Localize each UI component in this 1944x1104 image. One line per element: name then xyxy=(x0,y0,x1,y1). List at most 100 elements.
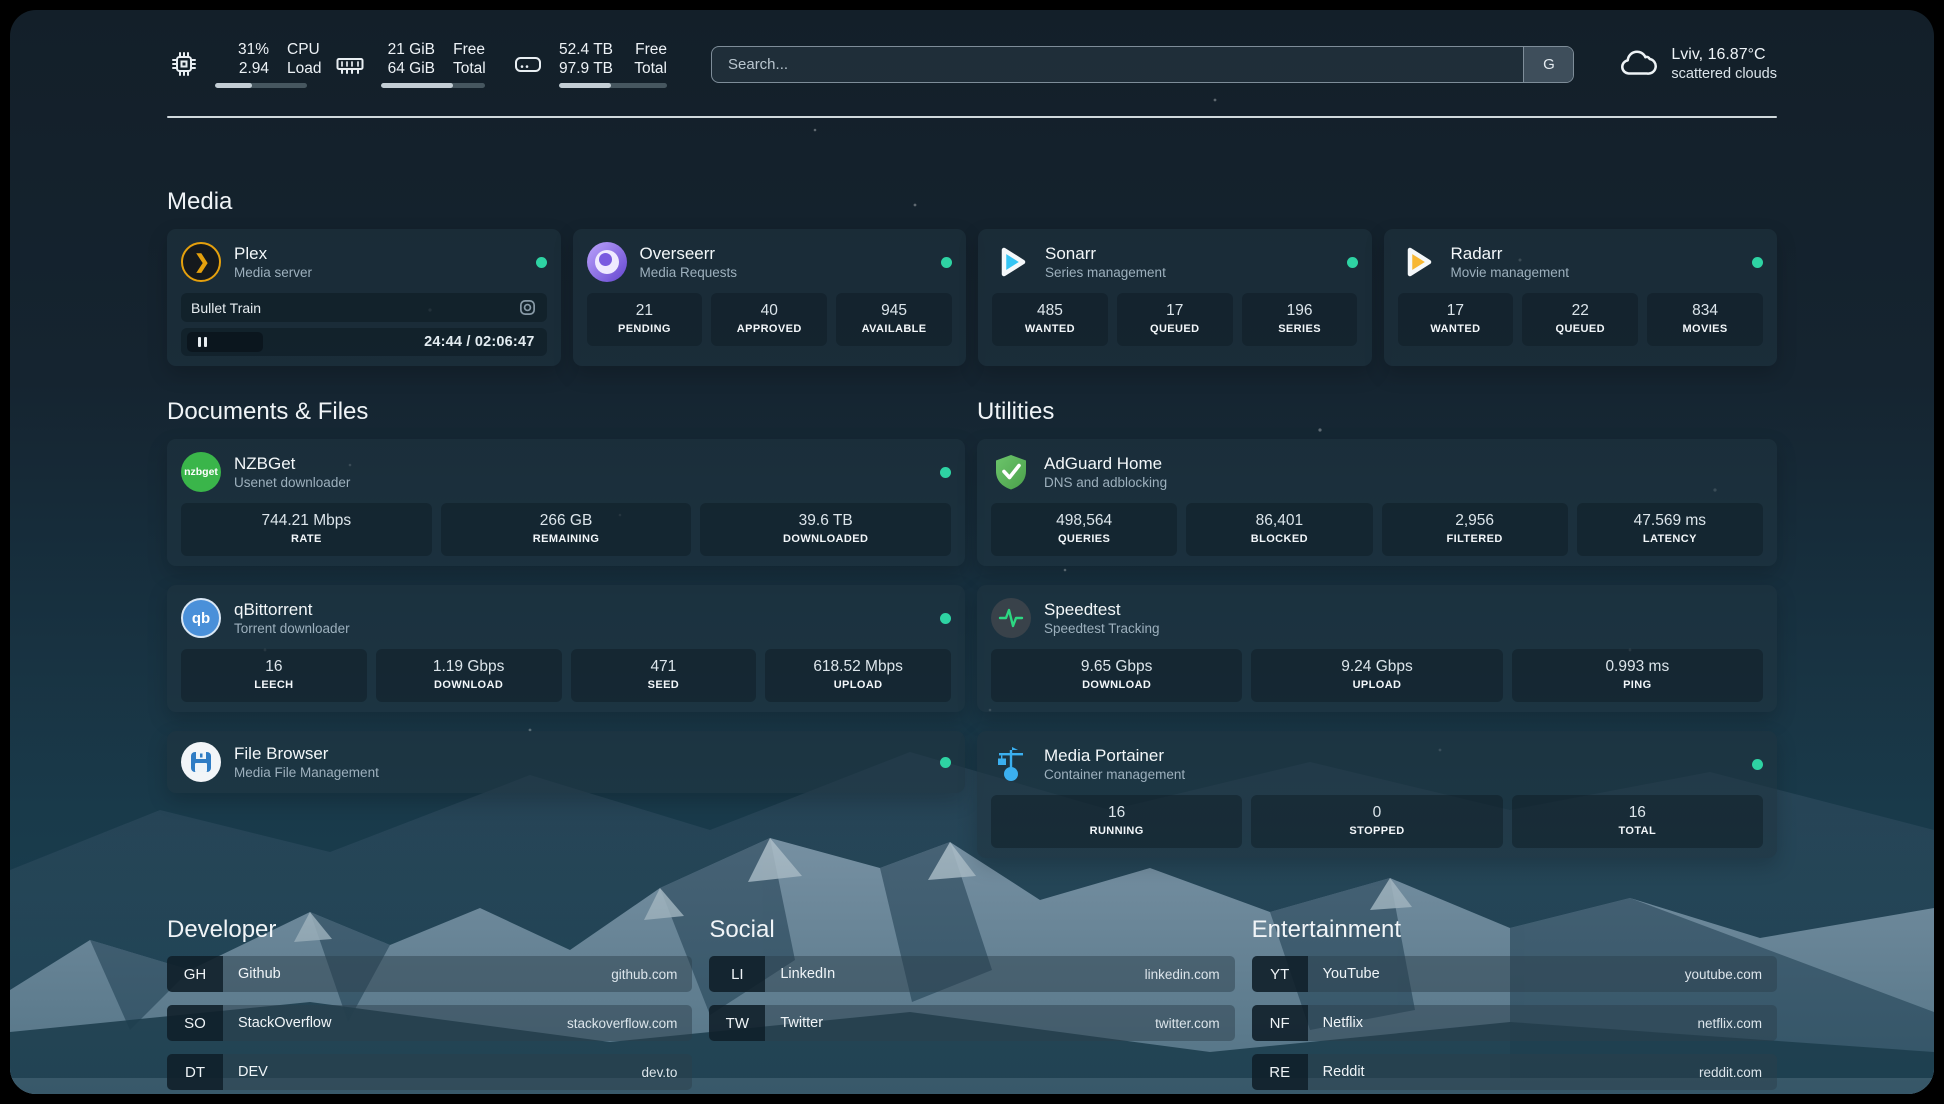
radarr-icon xyxy=(1398,242,1438,282)
status-dot xyxy=(1752,759,1763,770)
service-card-sonarr[interactable]: Sonarr Series management 485 WANTED 17 Q… xyxy=(978,229,1372,366)
disk-icon xyxy=(511,47,545,81)
service-card-overseerr[interactable]: Overseerr Media Requests 21 PENDING 40 A… xyxy=(573,229,967,366)
cpu-load-value: 2.94 xyxy=(215,59,269,78)
service-name: AdGuard Home xyxy=(1044,453,1167,474)
memory-free-label: Free xyxy=(453,40,485,59)
search-provider-button[interactable]: G xyxy=(1523,47,1573,82)
now-playing-title: Bullet Train xyxy=(191,300,261,316)
section-documents: Documents & Files nzbget NZBGet Usenet d… xyxy=(167,398,965,858)
weather-condition: scattered clouds xyxy=(1671,65,1777,84)
memory-total-value: 64 GiB xyxy=(381,59,435,78)
plex-icon: ❯ xyxy=(181,242,221,282)
service-name: Overseerr xyxy=(640,243,738,264)
stat-box: 744.21 Mbps RATE xyxy=(181,503,432,556)
bookmark-netflix[interactable]: NF Netflix netflix.com xyxy=(1252,1005,1777,1041)
dashboard-window: 31% CPU 2.94 Load xyxy=(10,10,1934,1094)
bookmark-group-social: Social LI LinkedIn linkedin.com TW Twitt… xyxy=(709,916,1234,1090)
disk-widget: 52.4 TB Free 97.9 TB Total xyxy=(511,40,667,88)
service-name: qBittorrent xyxy=(234,599,350,620)
video-icon xyxy=(518,298,537,317)
sonarr-icon xyxy=(992,242,1032,282)
service-card-qbittorrent[interactable]: qb qBittorrent Torrent downloader 16 xyxy=(167,585,965,712)
bookmark-stackoverflow[interactable]: SO StackOverflow stackoverflow.com xyxy=(167,1005,692,1041)
memory-progress-bar xyxy=(381,83,485,88)
stat-box: 618.52 Mbps UPLOAD xyxy=(765,649,951,702)
section-title-entertainment: Entertainment xyxy=(1252,916,1777,944)
bookmark-youtube[interactable]: YT YouTube youtube.com xyxy=(1252,956,1777,992)
stat-box: 2,956 FILTERED xyxy=(1382,503,1568,556)
filebrowser-icon xyxy=(181,742,221,782)
stat-box: 834 MOVIES xyxy=(1647,293,1763,346)
status-dot xyxy=(536,257,547,268)
service-subtitle: Torrent downloader xyxy=(234,620,350,637)
service-card-nzbget[interactable]: nzbget NZBGet Usenet downloader 744.21 M… xyxy=(167,439,965,566)
service-name: Sonarr xyxy=(1045,243,1166,264)
service-card-filebrowser[interactable]: File Browser Media File Management xyxy=(167,731,965,793)
section-title-documents: Documents & Files xyxy=(167,398,965,426)
cpu-progress-bar xyxy=(215,83,307,88)
stat-box: 16 RUNNING xyxy=(991,795,1242,848)
service-subtitle: DNS and adblocking xyxy=(1044,474,1167,491)
portainer-icon xyxy=(991,744,1031,784)
stat-box: 471 SEED xyxy=(571,649,757,702)
bookmark-dev[interactable]: DT DEV dev.to xyxy=(167,1054,692,1090)
disk-free-value: 52.4 TB xyxy=(559,40,613,59)
cpu-widget: 31% CPU 2.94 Load xyxy=(167,40,307,88)
disk-total-label: Total xyxy=(634,59,667,78)
topbar-divider xyxy=(167,116,1777,118)
stat-box: 196 SERIES xyxy=(1242,293,1358,346)
status-dot xyxy=(1752,257,1763,268)
stat-box: 16 TOTAL xyxy=(1512,795,1763,848)
stat-box: 1.19 Gbps DOWNLOAD xyxy=(376,649,562,702)
search-bar: G xyxy=(711,46,1574,83)
service-subtitle: Media File Management xyxy=(234,764,379,781)
bookmark-github[interactable]: GH Github github.com xyxy=(167,956,692,992)
speedtest-icon xyxy=(991,598,1031,638)
service-name: Radarr xyxy=(1451,243,1570,264)
service-name: File Browser xyxy=(234,743,379,764)
stat-box: 266 GB REMAINING xyxy=(441,503,692,556)
memory-widget: 21 GiB Free 64 GiB Total xyxy=(333,40,485,88)
service-subtitle: Media Requests xyxy=(640,264,738,281)
stat-box: 9.24 Gbps UPLOAD xyxy=(1251,649,1502,702)
memory-icon xyxy=(333,47,367,81)
bookmark-linkedin[interactable]: LI LinkedIn linkedin.com xyxy=(709,956,1234,992)
qbittorrent-icon: qb xyxy=(181,598,221,638)
stat-box: 17 QUEUED xyxy=(1117,293,1233,346)
disk-total-value: 97.9 TB xyxy=(559,59,613,78)
section-title-developer: Developer xyxy=(167,916,692,944)
status-dot xyxy=(940,467,951,478)
playback-time: 24:44 / 02:06:47 xyxy=(424,334,540,350)
pause-button[interactable] xyxy=(187,332,263,352)
memory-free-value: 21 GiB xyxy=(381,40,435,59)
service-card-speedtest[interactable]: Speedtest Speedtest Tracking 9.65 Gbps D… xyxy=(977,585,1777,712)
bookmark-twitter[interactable]: TW Twitter twitter.com xyxy=(709,1005,1234,1041)
weather-widget[interactable]: Lviv, 16.87°C scattered clouds xyxy=(1616,43,1777,85)
service-card-radarr[interactable]: Radarr Movie management 17 WANTED 22 QUE… xyxy=(1384,229,1778,366)
cpu-load-label: Load xyxy=(287,59,321,78)
status-dot xyxy=(940,757,951,768)
stat-box: 40 APPROVED xyxy=(711,293,827,346)
search-input[interactable] xyxy=(712,47,1523,82)
status-dot xyxy=(940,613,951,624)
nzbget-icon: nzbget xyxy=(181,452,221,492)
bookmark-reddit[interactable]: RE Reddit reddit.com xyxy=(1252,1054,1777,1090)
stat-box: 47.569 ms LATENCY xyxy=(1577,503,1763,556)
service-card-plex[interactable]: ❯ Plex Media server Bullet Train xyxy=(167,229,561,366)
service-card-adguard[interactable]: AdGuard Home DNS and adblocking 498,564 … xyxy=(977,439,1777,566)
service-subtitle: Movie management xyxy=(1451,264,1570,281)
section-title-media: Media xyxy=(167,188,1777,216)
service-name: Plex xyxy=(234,243,312,264)
service-subtitle: Series management xyxy=(1045,264,1166,281)
cpu-icon xyxy=(167,47,201,81)
stat-box: 0 STOPPED xyxy=(1251,795,1502,848)
stat-box: 39.6 TB DOWNLOADED xyxy=(700,503,951,556)
service-card-portainer[interactable]: Media Portainer Container management 16 … xyxy=(977,731,1777,858)
stat-box: 16 LEECH xyxy=(181,649,367,702)
now-playing-row: Bullet Train xyxy=(181,293,547,322)
adguard-icon xyxy=(991,452,1031,492)
bookmark-group-developer: Developer GH Github github.com SO StackO… xyxy=(167,916,692,1090)
section-media: Media ❯ Plex Media server xyxy=(167,188,1777,366)
stat-box: 945 AVAILABLE xyxy=(836,293,952,346)
